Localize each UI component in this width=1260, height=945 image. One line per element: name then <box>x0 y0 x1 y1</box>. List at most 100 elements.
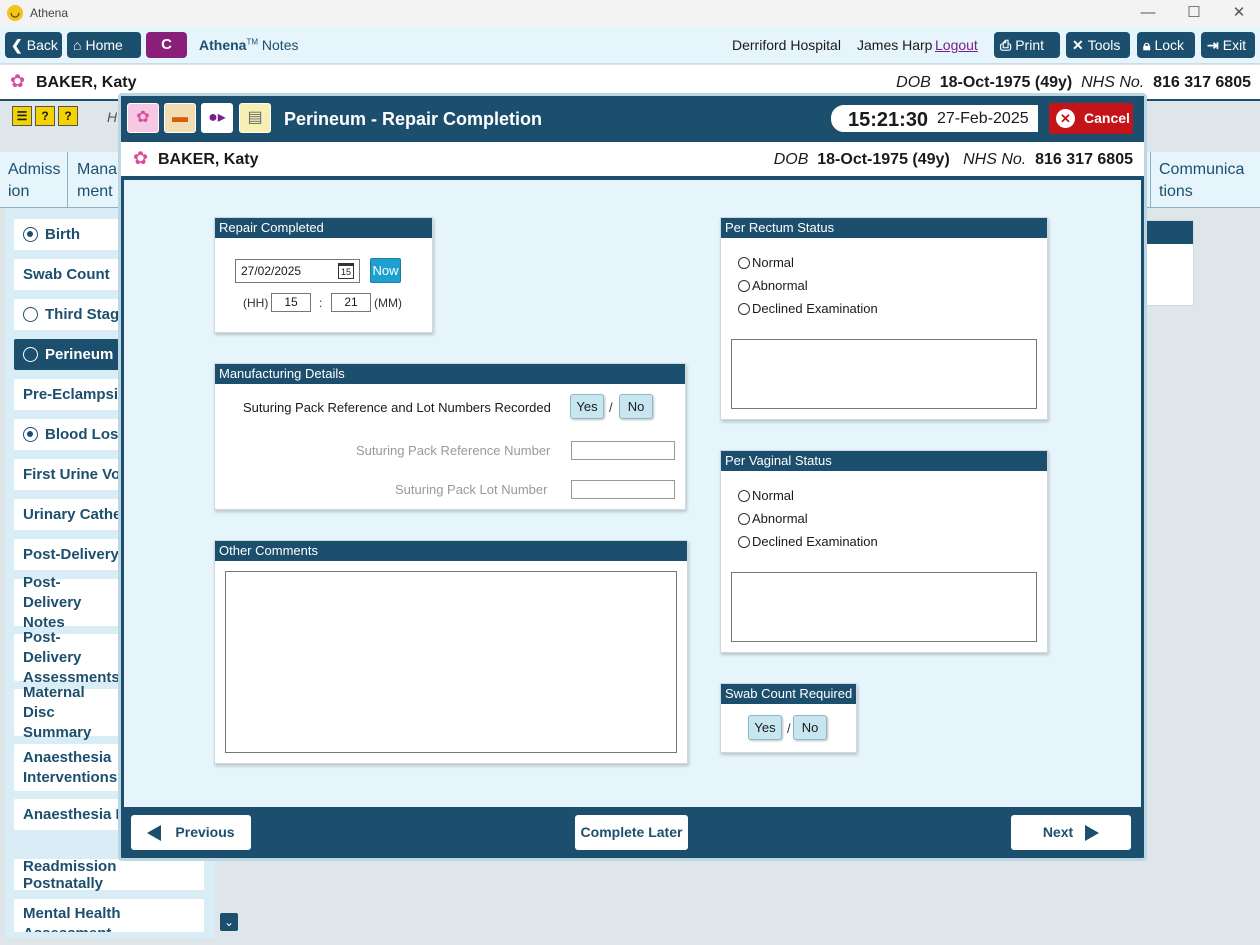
previous-button[interactable]: Previous <box>131 815 251 850</box>
sidebar-item-readmission[interactable]: Readmission Postnatally <box>14 857 204 892</box>
per-vaginal-panel: Per Vaginal Status Normal Abnormal Decli… <box>720 450 1048 653</box>
per-vaginal-declined-radio[interactable]: Declined Examination <box>738 534 878 549</box>
now-button[interactable]: Now <box>370 258 401 283</box>
radio-label: Declined Examination <box>752 534 878 549</box>
sidebar-item-label: Swab Count <box>23 266 110 283</box>
print-button[interactable]: ⎙ Print <box>994 32 1060 58</box>
c-button[interactable]: C <box>146 32 187 58</box>
manufacturing-yes-button[interactable]: Yes <box>570 394 604 419</box>
window-titlebar: ◡ Athena — ☐ ✕ <box>0 0 1260 26</box>
other-comments-panel: Other Comments <box>214 540 688 764</box>
sidebar-item-mental-health[interactable]: Mental Health Assessment <box>14 899 204 932</box>
tools-label: Tools <box>1087 37 1121 53</box>
alert-list-icon[interactable]: ☰ <box>12 106 32 126</box>
sidebar-item-label: Readmission Postnatally <box>23 857 117 892</box>
complete-later-button[interactable]: Complete Later <box>575 815 688 850</box>
modal-footer: Previous Complete Later Next <box>121 807 1144 857</box>
scroll-down-icon[interactable]: ⌄ <box>220 913 238 931</box>
calendar-icon[interactable]: 15 <box>338 263 354 279</box>
sidebar-item-label: Third Stage <box>45 306 128 323</box>
sidebar-item-label: Perineum <box>45 346 114 363</box>
printer-icon: ⎙ <box>1000 37 1012 53</box>
lock-button[interactable]: 🔒︎ Lock <box>1137 32 1195 58</box>
sidebar-item-label: Anaesthesia Interventions <box>23 748 118 786</box>
swab-count-panel: Swab Count Required Yes / No <box>720 683 857 753</box>
modal-title: Perineum - Repair Completion <box>284 109 543 129</box>
back-button[interactable]: ❮ Back <box>5 32 62 58</box>
dob-value: 18-Oct-1975 (49y) <box>939 74 1073 91</box>
help-icon-2[interactable]: ? <box>58 106 78 126</box>
modal-patient-banner: ✿ BAKER, Katy DOB 18-Oct-1975 (49y) NHS … <box>121 142 1144 178</box>
radio-label: Abnormal <box>752 278 808 293</box>
app-name-text: Athena <box>199 37 247 53</box>
nhs-label: NHS No. <box>1081 74 1145 91</box>
pack-reference-input[interactable] <box>571 441 675 460</box>
sidebar-item-label: Post-Delivery <box>23 546 119 563</box>
home-button[interactable]: ⌂ Home <box>67 32 141 58</box>
help-icon[interactable]: ? <box>35 106 55 126</box>
pill-icon[interactable]: ▬ <box>164 103 196 133</box>
time-colon: : <box>319 296 323 310</box>
radio-label: Normal <box>752 488 794 503</box>
modal-body: Repair Completed 27/02/2025 15 Now (HH) … <box>124 180 1141 807</box>
close-window-button[interactable]: ✕ <box>1229 3 1249 23</box>
repair-completed-panel: Repair Completed 27/02/2025 15 Now (HH) … <box>214 217 433 333</box>
athena-app-icon: ◡ <box>7 5 23 21</box>
panel-header: Per Rectum Status <box>721 218 1047 238</box>
main-toolbar: ❮ Back ⌂ Home C AthenaTM Notes Derriford H… <box>0 26 1260 64</box>
pack-lot-input[interactable] <box>571 480 675 499</box>
per-rectum-notes-textarea[interactable] <box>731 339 1037 409</box>
person-arrow-icon[interactable]: ●▸ <box>201 103 233 133</box>
minimize-button[interactable]: — <box>1138 3 1158 23</box>
logout-link[interactable]: Logout <box>935 37 978 53</box>
per-rectum-abnormal-radio[interactable]: Abnormal <box>738 278 808 293</box>
radio-empty-icon <box>23 347 38 362</box>
swab-count-no-button[interactable]: No <box>793 715 827 740</box>
per-vaginal-normal-radio[interactable]: Normal <box>738 488 794 503</box>
suturing-question: Suturing Pack Reference and Lot Numbers … <box>243 400 551 415</box>
nhs-value: 816 317 6805 <box>1153 74 1251 91</box>
panel-header: Per Vaginal Status <box>721 451 1047 471</box>
radio-empty-icon <box>738 302 750 315</box>
per-vaginal-notes-textarea[interactable] <box>731 572 1037 642</box>
tools-button[interactable]: ✕ Tools <box>1066 32 1130 58</box>
tab-admission[interactable]: Admiss ion <box>0 152 68 208</box>
flower-icon[interactable]: ✿ <box>127 103 159 133</box>
back-label: Back <box>26 37 58 53</box>
exit-button[interactable]: ⇥ Exit <box>1201 32 1255 58</box>
per-vaginal-abnormal-radio[interactable]: Abnormal <box>738 511 808 526</box>
dob-label: DOB <box>896 74 931 91</box>
tab-communications[interactable]: Communica tions <box>1150 152 1260 208</box>
dob-value: 18-Oct-1975 (49y) <box>817 151 950 168</box>
alert-icons: ☰?? <box>12 106 81 126</box>
yes-no-separator: / <box>787 721 791 736</box>
home-label: Home <box>85 37 123 53</box>
other-comments-textarea[interactable] <box>225 571 677 753</box>
flower-icon: ✿ <box>133 148 149 168</box>
clock-date: 27-Feb-2025 <box>937 110 1029 127</box>
cancel-button[interactable]: ✕ Cancel <box>1049 103 1133 134</box>
next-button[interactable]: Next <box>1011 815 1131 850</box>
radio-empty-icon <box>738 535 750 548</box>
radio-label: Normal <box>752 255 794 270</box>
background-heading-partial: H <box>107 109 118 125</box>
tools-icon: ✕ <box>1072 37 1084 53</box>
hh-label: (HH) <box>243 296 269 310</box>
tab-management[interactable]: Mana ment <box>69 152 119 208</box>
radio-empty-icon <box>738 489 750 502</box>
pack-lot-label: Suturing Pack Lot Number <box>395 482 548 497</box>
swab-count-yes-button[interactable]: Yes <box>748 715 782 740</box>
hour-input[interactable]: 15 <box>271 293 311 312</box>
sidebar-item-label: Birth <box>45 226 80 243</box>
manufacturing-no-button[interactable]: No <box>619 394 653 419</box>
close-circle-icon: ✕ <box>1056 109 1075 128</box>
maximize-button[interactable]: ☐ <box>1184 3 1204 23</box>
patient-name: BAKER, Katy <box>158 151 259 168</box>
notes-icon[interactable]: ▤ <box>239 103 271 133</box>
dob-label: DOB <box>773 151 809 168</box>
per-rectum-normal-radio[interactable]: Normal <box>738 255 794 270</box>
minute-input[interactable]: 21 <box>331 293 371 312</box>
per-rectum-declined-radio[interactable]: Declined Examination <box>738 301 878 316</box>
repair-date-input[interactable]: 27/02/2025 15 <box>235 259 360 283</box>
patient-name: BAKER, Katy <box>36 74 137 91</box>
